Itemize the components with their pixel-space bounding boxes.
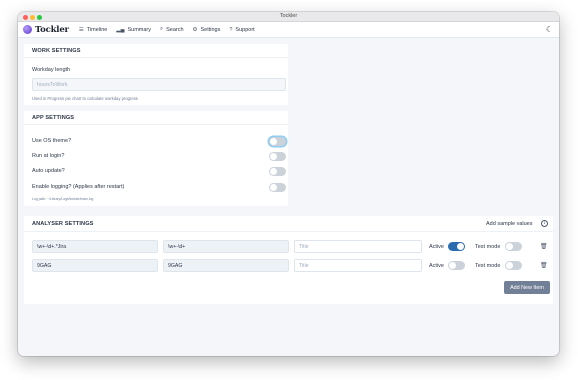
- title-bar: Tockler: [18, 12, 559, 22]
- help-icon: ?: [229, 26, 233, 33]
- test-mode-label: Test mode: [475, 244, 501, 250]
- workday-length-input[interactable]: hoursToWork: [32, 78, 286, 91]
- auto-update-toggle[interactable]: [269, 167, 286, 176]
- test-mode-toggle[interactable]: [505, 242, 522, 251]
- nav-support[interactable]: ? Support: [229, 27, 254, 33]
- app-window: Tockler Tockler ☰ Timeline ▂▄ Summary ⌕ …: [18, 12, 559, 356]
- run-at-login-label: Run at login?: [32, 153, 65, 159]
- nav-settings[interactable]: ⚙ Settings: [193, 27, 221, 33]
- gear-icon: ⚙: [192, 26, 198, 33]
- info-icon[interactable]: i: [541, 220, 548, 227]
- add-sample-values-button[interactable]: Add sample values: [486, 221, 532, 227]
- value-regex-input[interactable]: 9GAG: [163, 259, 289, 272]
- nav-summary[interactable]: ▂▄ Summary: [116, 27, 151, 33]
- work-settings-card: WORK SETTINGS Workday length hoursToWork…: [24, 44, 288, 105]
- run-at-login-toggle[interactable]: [269, 152, 286, 161]
- logo-text[interactable]: Tockler: [35, 25, 69, 35]
- active-toggle[interactable]: [448, 261, 465, 270]
- work-settings-title: WORK SETTINGS: [24, 44, 288, 58]
- active-label: Active: [429, 244, 444, 250]
- moon-icon[interactable]: ☾: [546, 25, 553, 34]
- title-input[interactable]: Title: [294, 240, 422, 253]
- analyser-settings-card: ANALYSER SETTINGS Add sample values i \w…: [24, 216, 553, 304]
- nav-timeline[interactable]: ☰ Timeline: [79, 27, 108, 33]
- trash-icon[interactable]: 🗑: [540, 262, 548, 269]
- search-icon: ⌕: [160, 26, 164, 32]
- title-input[interactable]: Title: [294, 259, 422, 272]
- nav-search[interactable]: ⌕ Search: [160, 26, 184, 33]
- app-settings-title: APP SETTINGS: [24, 111, 288, 125]
- add-new-item-button[interactable]: Add New Item: [504, 281, 550, 294]
- analyser-settings-title: ANALYSER SETTINGS: [24, 216, 553, 232]
- active-toggle[interactable]: [448, 242, 465, 251]
- use-os-theme-toggle[interactable]: [269, 137, 286, 146]
- app-settings-card: APP SETTINGS Use OS theme? Run at login?…: [24, 111, 288, 206]
- log-path-text: Log path: ~/Library/Logs/tockler/main.lo…: [32, 197, 94, 201]
- workday-length-hint: Used in Progress pie chart to calculate …: [32, 96, 138, 101]
- find-regex-input[interactable]: 9GAG: [32, 259, 158, 272]
- chart-icon: ▂▄: [116, 26, 125, 33]
- list-icon: ☰: [78, 26, 84, 33]
- workday-length-label: Workday length: [32, 67, 71, 73]
- top-nav: Tockler ☰ Timeline ▂▄ Summary ⌕ Search ⚙…: [18, 22, 559, 38]
- use-os-theme-label: Use OS theme?: [32, 138, 72, 144]
- trash-icon[interactable]: 🗑: [540, 243, 548, 250]
- settings-page: WORK SETTINGS Workday length hoursToWork…: [18, 39, 559, 356]
- value-regex-input[interactable]: \w+-\d+: [163, 240, 289, 253]
- enable-logging-label: Enable logging? (Applies after restart): [32, 184, 125, 190]
- enable-logging-toggle[interactable]: [269, 183, 286, 192]
- logo-icon: [23, 25, 32, 34]
- auto-update-label: Auto update?: [32, 168, 65, 174]
- find-regex-input[interactable]: \w+-\d+.*Jira: [32, 240, 158, 253]
- active-label: Active: [429, 263, 444, 269]
- test-mode-label: Test mode: [475, 263, 501, 269]
- window-title: Tockler: [279, 13, 298, 19]
- test-mode-toggle[interactable]: [505, 261, 522, 270]
